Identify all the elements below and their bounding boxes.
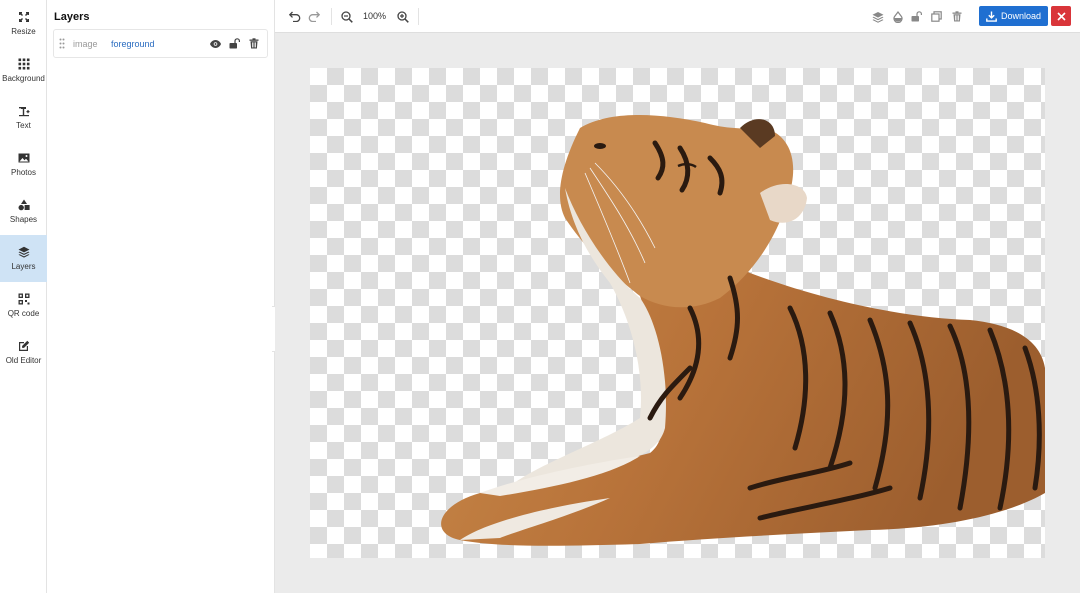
- close-icon: [1056, 11, 1066, 21]
- unlock-icon[interactable]: [229, 38, 240, 49]
- toolbar-divider: [331, 8, 332, 25]
- rail-item-resize[interactable]: Resize: [0, 0, 47, 47]
- design-canvas[interactable]: [310, 68, 1045, 558]
- rail-item-qr-code[interactable]: QR code: [0, 282, 47, 329]
- delete-icon[interactable]: [950, 10, 963, 23]
- redo-icon[interactable]: [307, 10, 320, 23]
- resize-icon: [18, 12, 29, 22]
- workspace: [275, 33, 1080, 593]
- top-toolbar: 100% Download: [275, 0, 1080, 33]
- rail-label: Shapes: [9, 215, 38, 224]
- rail-label: QR code: [7, 309, 40, 318]
- rail-item-photos[interactable]: Photos: [0, 141, 47, 188]
- rail-item-shapes[interactable]: Shapes: [0, 188, 47, 235]
- zoom-level: 100%: [363, 11, 387, 21]
- layer-type: image: [73, 38, 98, 49]
- rail-label: Text: [16, 121, 31, 130]
- close-button[interactable]: [1051, 6, 1071, 26]
- edit-icon: [18, 340, 29, 351]
- zoom-out-icon[interactable]: [340, 10, 353, 23]
- tiger-image[interactable]: [310, 68, 1045, 558]
- text-icon: [18, 107, 29, 117]
- tool-rail: Resize Background Text Photos Shapes Lay…: [0, 0, 47, 593]
- layers-stack-icon[interactable]: [871, 10, 884, 23]
- download-button[interactable]: Download: [979, 6, 1048, 26]
- duplicate-icon[interactable]: [930, 10, 943, 23]
- rail-label: Background: [2, 74, 45, 83]
- layer-name[interactable]: foreground: [111, 39, 210, 49]
- editor-app: Resize Background Text Photos Shapes Lay…: [0, 0, 1080, 593]
- shapes-icon: [18, 199, 30, 211]
- eye-icon[interactable]: [210, 38, 221, 49]
- grid-dots-icon: [18, 58, 29, 70]
- rail-label: Photos: [11, 168, 36, 177]
- opacity-icon[interactable]: [891, 10, 904, 23]
- zoom-in-icon[interactable]: [396, 10, 409, 23]
- layers-icon: [18, 246, 29, 258]
- layers-panel: Layers image foreground: [47, 0, 275, 593]
- download-icon: [986, 11, 997, 22]
- rail-label: Layers: [11, 262, 36, 271]
- undo-icon[interactable]: [288, 10, 301, 23]
- download-label: Download: [1000, 11, 1042, 21]
- lock-icon[interactable]: [910, 10, 923, 23]
- layer-row[interactable]: image foreground: [53, 29, 268, 58]
- rail-item-text[interactable]: Text: [0, 94, 47, 141]
- panel-title: Layers: [54, 11, 90, 23]
- toolbar-divider: [418, 8, 419, 25]
- rail-item-background[interactable]: Background: [0, 47, 47, 94]
- drag-handle-icon[interactable]: [59, 38, 69, 49]
- trash-icon[interactable]: [248, 38, 259, 49]
- qr-code-icon: [18, 293, 29, 305]
- rail-label: Old Editor: [5, 356, 42, 365]
- photo-icon: [18, 153, 29, 163]
- rail-item-layers[interactable]: Layers: [0, 235, 47, 282]
- rail-item-old-editor[interactable]: Old Editor: [0, 329, 47, 376]
- rail-label: Resize: [11, 27, 36, 36]
